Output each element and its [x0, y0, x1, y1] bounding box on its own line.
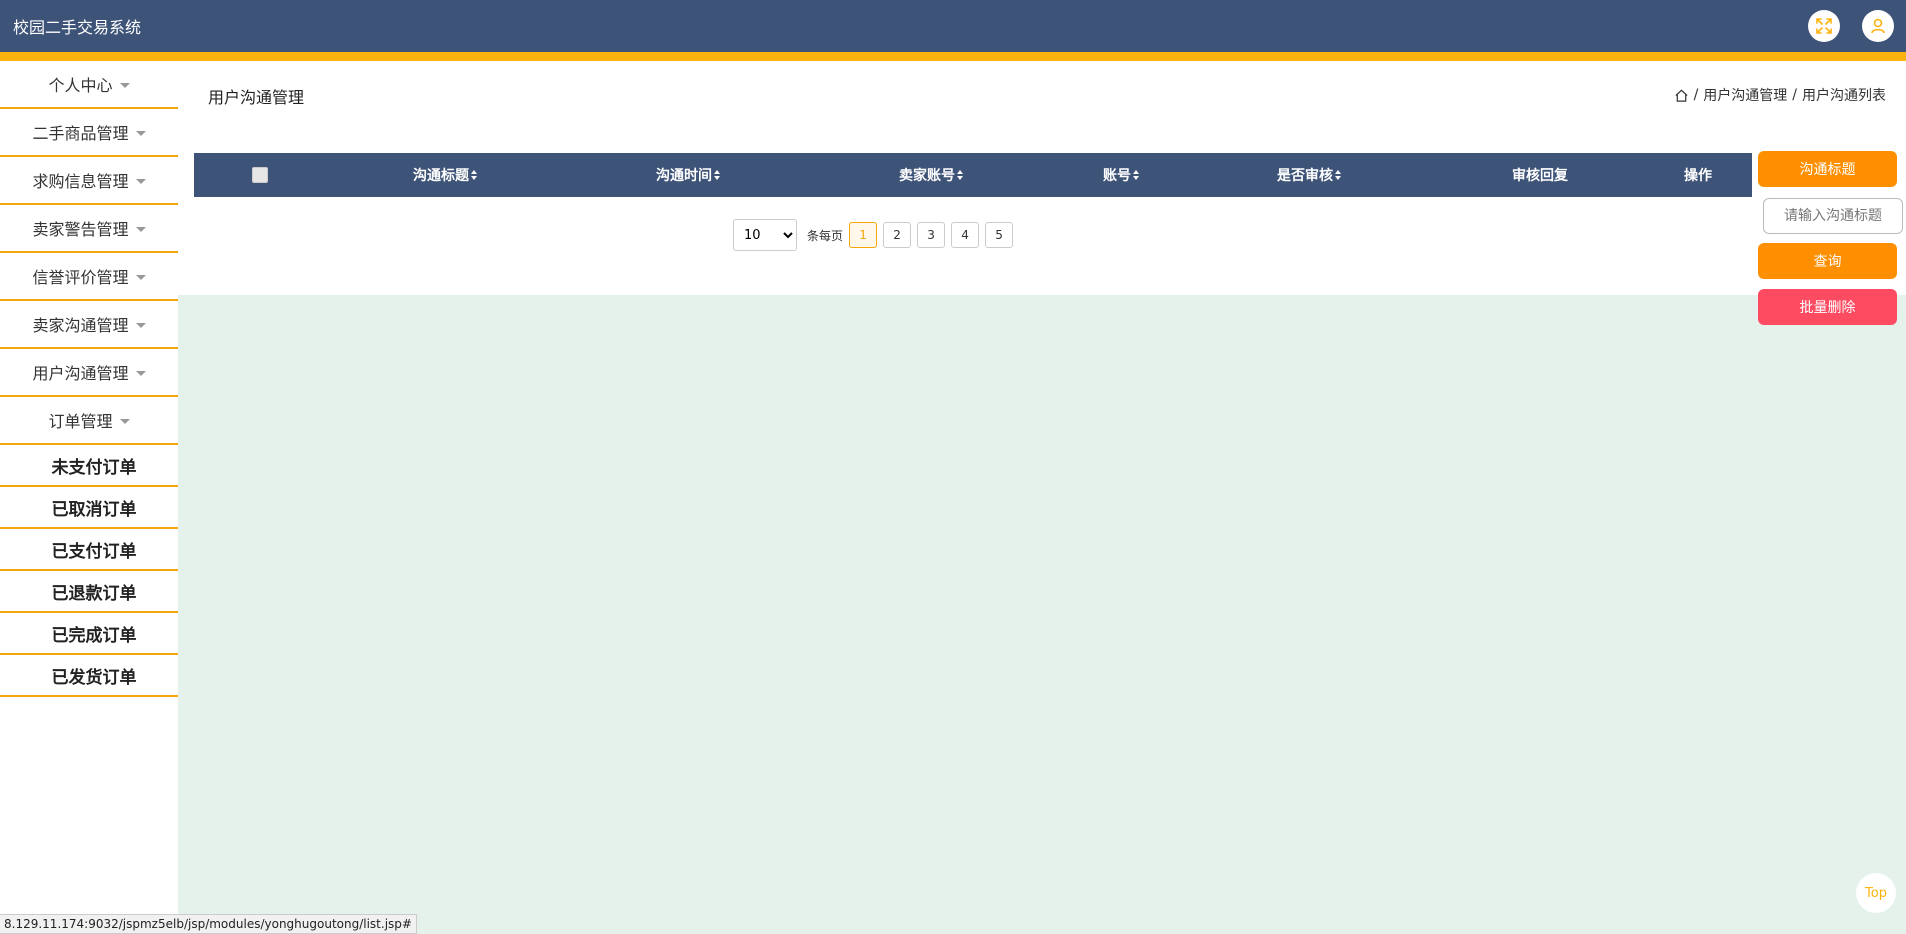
status-url: 8.129.11.174:9032/jspmz5elb/jsp/modules/…: [0, 914, 417, 934]
sidebar-item-credit-reviews[interactable]: 信誉评价管理: [0, 253, 178, 301]
sidebar-item-seller-communication[interactable]: 卖家沟通管理: [0, 301, 178, 349]
column-label: 卖家账号: [899, 168, 955, 184]
column-header-account[interactable]: 账号: [1103, 153, 1140, 197]
column-header-time[interactable]: 沟通时间: [656, 153, 721, 197]
sidebar-item-label: 订单管理: [48, 412, 113, 431]
per-page-label: 条每页: [807, 228, 844, 243]
page-size-select[interactable]: 10: [733, 219, 797, 251]
page-button[interactable]: 4: [951, 222, 980, 248]
sidebar-item-orders[interactable]: 订单管理: [0, 397, 178, 445]
page-button[interactable]: 1: [849, 222, 878, 248]
column-header-seller-account[interactable]: 卖家账号: [899, 153, 964, 197]
sort-icon: [714, 170, 721, 180]
sidebar-subitem-shipped-orders[interactable]: 已发货订单: [0, 655, 178, 697]
column-label: 沟通时间: [656, 168, 712, 184]
home-icon[interactable]: [1674, 88, 1689, 103]
column-label: 账号: [1103, 168, 1131, 184]
caret-down-icon: [135, 322, 146, 328]
column-label: 审核回复: [1512, 168, 1568, 184]
batch-delete-button[interactable]: 批量删除: [1758, 289, 1897, 325]
accent-strip: [0, 52, 1906, 61]
table-header: 沟通标题 沟通时间 卖家账号 账号 是否审核 审核回复 操作: [194, 153, 1752, 197]
column-header-reviewed[interactable]: 是否审核: [1277, 153, 1342, 197]
caret-down-icon: [119, 82, 130, 88]
column-header-title[interactable]: 沟通标题: [413, 153, 478, 197]
query-button[interactable]: 查询: [1758, 243, 1897, 279]
search-field-button[interactable]: 沟通标题: [1758, 151, 1897, 187]
app-title: 校园二手交易系统: [13, 18, 142, 37]
sidebar-item-label: 卖家警告管理: [32, 220, 129, 239]
sidebar-item-label: 卖家沟通管理: [32, 316, 129, 335]
column-header-review-reply: 审核回复: [1512, 153, 1568, 197]
sidebar-subitem-unpaid-orders[interactable]: 未支付订单: [0, 445, 178, 487]
page-button[interactable]: 5: [985, 222, 1014, 248]
back-to-top-button[interactable]: Top: [1856, 873, 1896, 913]
sort-icon: [1335, 170, 1342, 180]
sidebar-subitem-completed-orders[interactable]: 已完成订单: [0, 613, 178, 655]
user-icon: [1871, 18, 1885, 34]
sidebar-subitem-refunded-orders[interactable]: 已退款订单: [0, 571, 178, 613]
sidebar-item-second-hand-goods[interactable]: 二手商品管理: [0, 109, 178, 157]
sidebar-item-purchase-requests[interactable]: 求购信息管理: [0, 157, 178, 205]
column-label: 沟通标题: [413, 168, 469, 184]
sidebar-item-personal-center[interactable]: 个人中心: [0, 61, 178, 109]
page-button[interactable]: 3: [917, 222, 946, 248]
breadcrumb-separator: /: [1693, 87, 1699, 103]
sidebar-item-label: 用户沟通管理: [32, 364, 129, 383]
sort-icon: [1133, 170, 1140, 180]
column-label: 操作: [1684, 168, 1712, 184]
caret-down-icon: [135, 370, 146, 376]
caret-down-icon: [119, 418, 130, 424]
sort-icon: [957, 170, 964, 180]
expand-icon: [1816, 18, 1832, 34]
sidebar: 个人中心 二手商品管理 求购信息管理 卖家警告管理 信誉评价管理 卖家沟通管理 …: [0, 61, 178, 934]
user-menu-button[interactable]: [1862, 10, 1894, 42]
sidebar-item-label: 求购信息管理: [32, 172, 129, 191]
breadcrumb-item: 用户沟通列表: [1802, 88, 1886, 104]
sort-icon: [471, 170, 478, 180]
breadcrumb-separator: /: [1792, 87, 1797, 103]
sidebar-item-label: 二手商品管理: [32, 124, 129, 143]
sidebar-item-label: 个人中心: [48, 76, 113, 95]
breadcrumb-item[interactable]: 用户沟通管理: [1703, 85, 1787, 105]
top-navbar: 校园二手交易系统: [0, 0, 1906, 52]
caret-down-icon: [135, 130, 146, 136]
column-label: 是否审核: [1277, 168, 1333, 184]
page-button[interactable]: 2: [883, 222, 912, 248]
caret-down-icon: [135, 226, 146, 232]
search-input[interactable]: [1763, 198, 1903, 234]
caret-down-icon: [135, 274, 146, 280]
select-all-checkbox[interactable]: [252, 167, 268, 183]
sidebar-item-label: 信誉评价管理: [32, 268, 129, 287]
sidebar-item-user-communication[interactable]: 用户沟通管理: [0, 349, 178, 397]
page-title: 用户沟通管理: [208, 88, 305, 107]
breadcrumb: / 用户沟通管理 / 用户沟通列表: [1674, 85, 1886, 105]
column-header-actions: 操作: [1684, 153, 1712, 197]
sidebar-subitem-cancelled-orders[interactable]: 已取消订单: [0, 487, 178, 529]
pagination: 10 条每页 1 2 3 4 5: [733, 219, 1019, 251]
sidebar-item-seller-warnings[interactable]: 卖家警告管理: [0, 205, 178, 253]
sidebar-subitem-paid-orders[interactable]: 已支付订单: [0, 529, 178, 571]
caret-down-icon: [135, 178, 146, 184]
fullscreen-button[interactable]: [1808, 10, 1840, 42]
